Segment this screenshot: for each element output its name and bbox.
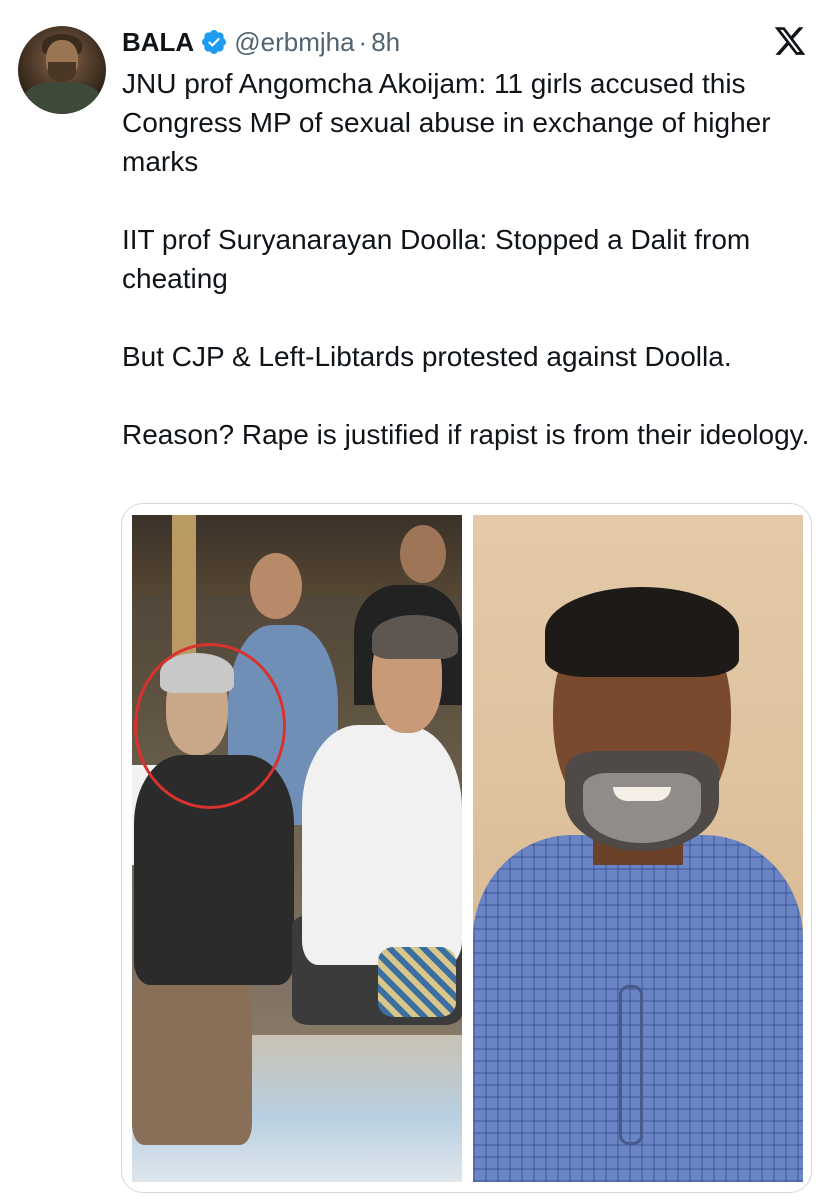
photo-glasses bbox=[619, 985, 643, 1145]
photo-beard bbox=[583, 773, 701, 843]
author-name[interactable]: BALA bbox=[122, 27, 194, 58]
tweet-header: BALA @erbmjha · 8h bbox=[122, 26, 400, 58]
tweet-paragraph: IIT prof Suryanarayan Doolla: Stopped a … bbox=[122, 224, 751, 294]
media-photo-left[interactable] bbox=[132, 515, 462, 1182]
tweet-paragraph: But CJP & Left-Libtards protested agains… bbox=[122, 341, 732, 372]
avatar-beard bbox=[48, 62, 76, 82]
author-handle[interactable]: @erbmjha bbox=[234, 27, 354, 58]
photo-basket bbox=[378, 947, 456, 1017]
photo-person bbox=[400, 525, 446, 583]
red-circle-annotation bbox=[134, 643, 286, 809]
tweet-media[interactable] bbox=[121, 503, 812, 1193]
media-photo-right[interactable] bbox=[473, 515, 803, 1182]
verified-badge-icon bbox=[202, 30, 227, 54]
photo-person bbox=[250, 553, 302, 619]
photo-person bbox=[302, 725, 462, 965]
tweet-paragraph: Reason? Rape is justified if rapist is f… bbox=[122, 419, 810, 450]
header-separator: · bbox=[358, 26, 368, 57]
tweet-paragraph: JNU prof Angomcha Akoijam: 11 girls accu… bbox=[122, 68, 771, 177]
x-logo-icon[interactable] bbox=[773, 24, 807, 58]
tweet-timestamp[interactable]: 8h bbox=[371, 27, 400, 58]
photo-hair bbox=[545, 587, 739, 677]
photo-person bbox=[372, 615, 458, 659]
avatar-coat bbox=[24, 82, 100, 114]
photo-smile bbox=[613, 787, 671, 801]
tweet-text: JNU prof Angomcha Akoijam: 11 girls accu… bbox=[122, 64, 812, 454]
author-avatar[interactable] bbox=[18, 26, 106, 114]
